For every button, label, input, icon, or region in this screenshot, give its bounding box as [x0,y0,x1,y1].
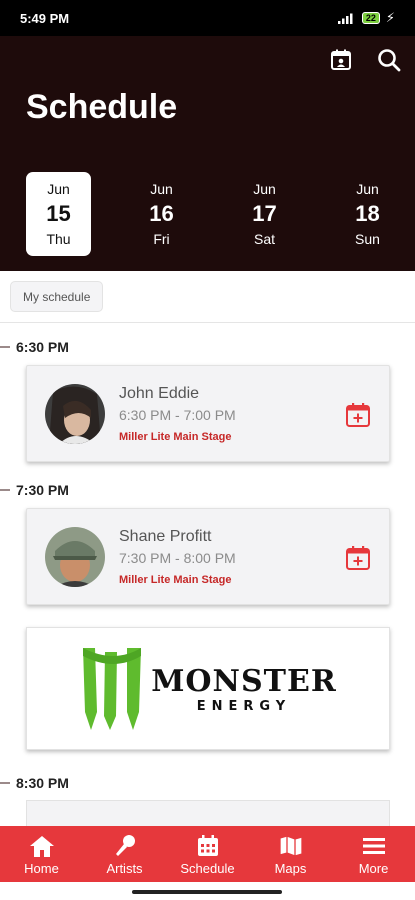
artist-name: Shane Profitt [119,528,212,545]
monster-energy-logo: MONSTER ENERGY [79,646,337,732]
date-tab-jun-18[interactable]: Jun 18 Sun [335,172,400,256]
date-day: 16 [149,201,174,226]
time-header: 6:30 PM [0,339,69,355]
sponsor-ad-card[interactable]: MONSTER ENERGY [26,627,390,750]
event-stage: Miller Lite Main Stage [119,431,232,443]
time-header: 7:30 PM [0,482,69,498]
microphone-icon [113,833,137,859]
event-time-range: 6:30 PM - 7:00 PM [119,407,236,423]
date-tab-jun-16[interactable]: Jun 16 Fri [129,172,194,256]
monster-claw-icon [83,647,142,730]
status-icons: 22 ⚡ [337,10,395,26]
date-weekday: Thu [46,231,71,247]
map-icon [278,833,303,859]
nav-artists[interactable]: Artists [85,833,165,876]
date-day: 18 [355,201,380,226]
date-weekday: Sun [355,231,380,247]
event-card-shane-profitt[interactable]: Shane Profitt 7:30 PM - 8:00 PM Miller L… [26,508,390,605]
time-header-label: 8:30 PM [16,775,69,791]
time-tick [0,489,10,491]
event-time-range: 7:30 PM - 8:00 PM [119,550,236,566]
gesture-handle[interactable] [132,890,282,894]
nav-maps-label: Maps [274,860,307,876]
ad-brand-text: MONSTER [151,663,337,699]
search-icon[interactable] [375,46,403,74]
date-day: 15 [46,201,71,226]
date-day: 17 [252,201,277,226]
time-tick [0,782,10,784]
add-to-calendar-icon[interactable] [345,545,371,571]
battery-icon: 22 [361,12,380,24]
status-bar: 5:49 PM 22 ⚡ [0,0,415,36]
nav-home-label: Home [24,860,59,876]
my-schedule-calendar-icon[interactable] [327,46,355,74]
nav-schedule-label: Schedule [180,860,235,876]
my-schedule-chip[interactable]: My schedule [10,281,104,312]
time-header: 8:30 PM [0,775,69,791]
artist-avatar [45,384,105,444]
add-to-calendar-icon[interactable] [345,402,371,428]
date-month: Jun [253,181,276,197]
artist-avatar [45,527,105,587]
nav-more-label: More [358,860,389,876]
nav-artists-label: Artists [106,860,143,876]
signal-icon [337,13,353,24]
bottom-navigation: Home Artists Schedule Maps More [0,826,415,882]
nav-more[interactable]: More [334,833,414,876]
nav-maps[interactable]: Maps [251,833,331,876]
filter-row: My schedule [0,271,415,323]
artist-name: John Eddie [119,385,200,402]
menu-icon [362,833,385,859]
date-selector: Jun 15 Thu Jun 16 Fri Jun 17 Sat Jun 18 … [26,172,400,256]
ad-sub-text: ENERGY [196,698,292,714]
schedule-header: Schedule Jun 15 Thu Jun 16 Fri Jun 17 Sa… [0,36,415,271]
header-actions [327,46,403,74]
time-header-label: 6:30 PM [16,339,69,355]
date-month: Jun [150,181,173,197]
charging-icon: ⚡ [385,10,395,25]
time-header-label: 7:30 PM [16,482,69,498]
status-time: 5:49 PM [20,10,70,26]
event-stage: Miller Lite Main Stage [119,574,232,586]
date-tab-jun-17[interactable]: Jun 17 Sat [232,172,297,256]
date-tab-jun-15[interactable]: Jun 15 Thu [26,172,91,256]
time-tick [0,346,10,348]
date-weekday: Sat [253,231,275,247]
event-card-john-eddie[interactable]: John Eddie 6:30 PM - 7:00 PM Miller Lite… [26,365,390,462]
date-month: Jun [47,181,70,197]
home-icon [29,833,55,859]
nav-home[interactable]: Home [2,833,82,876]
date-weekday: Fri [153,231,170,247]
calendar-icon [196,833,220,859]
date-month: Jun [356,181,379,197]
nav-schedule[interactable]: Schedule [168,833,248,876]
page-title: Schedule [26,88,178,126]
